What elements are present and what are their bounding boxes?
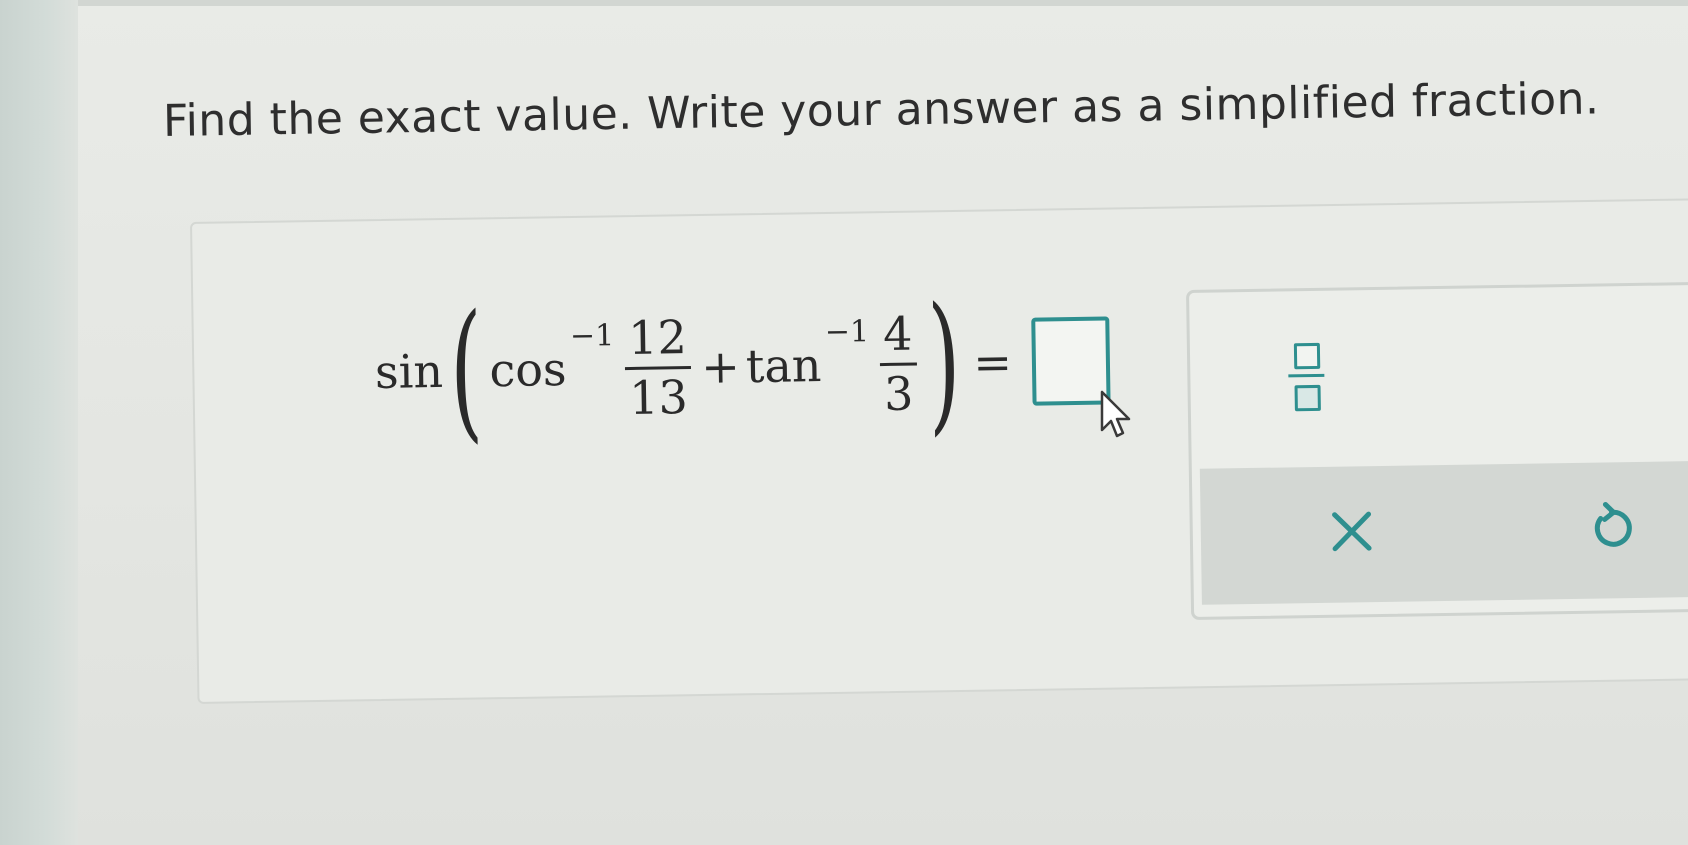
sin-function: sin (374, 343, 444, 399)
fraction-bar (879, 361, 917, 366)
fraction-denominator: 13 (628, 369, 689, 425)
undo-icon (1594, 501, 1632, 547)
mouse-pointer-icon (1100, 390, 1131, 438)
fraction-bar (624, 365, 692, 370)
cos-inverse-exponent: −1 (569, 318, 615, 354)
cos-function: cos (489, 341, 567, 398)
open-paren: ( (448, 283, 484, 458)
clear-button[interactable] (1316, 496, 1387, 567)
close-icon (1332, 511, 1372, 552)
window-left-edge (0, 0, 78, 845)
tan-function: tan (745, 337, 822, 394)
fraction-12-13: 12 13 (624, 310, 692, 425)
fraction-template-bar (1288, 373, 1325, 378)
fraction-template-denominator-icon (1294, 384, 1321, 412)
fraction-numerator: 4 (882, 306, 913, 362)
fraction-template-icon (1293, 342, 1321, 370)
fraction-denominator: 3 (883, 366, 914, 421)
math-expression: sin ( cos −1 12 13 + tan −1 4 3 ) = (374, 275, 1111, 458)
screen: Find the exact value. Write your answer … (0, 0, 1688, 845)
fraction-template-button[interactable] (1280, 339, 1331, 420)
math-toolbox (1186, 281, 1688, 620)
question-instruction: Find the exact value. Write your answer … (162, 73, 1600, 147)
fraction-numerator: 12 (627, 310, 688, 366)
toolbox-action-bar (1199, 460, 1688, 605)
window-top-edge (78, 0, 1688, 6)
undo-button[interactable] (1576, 492, 1647, 563)
equals-sign: = (972, 334, 1013, 390)
tan-inverse-exponent: −1 (824, 314, 870, 350)
close-paren: ) (926, 275, 962, 451)
plus-sign: + (700, 339, 741, 394)
fraction-4-3: 4 3 (879, 306, 918, 421)
